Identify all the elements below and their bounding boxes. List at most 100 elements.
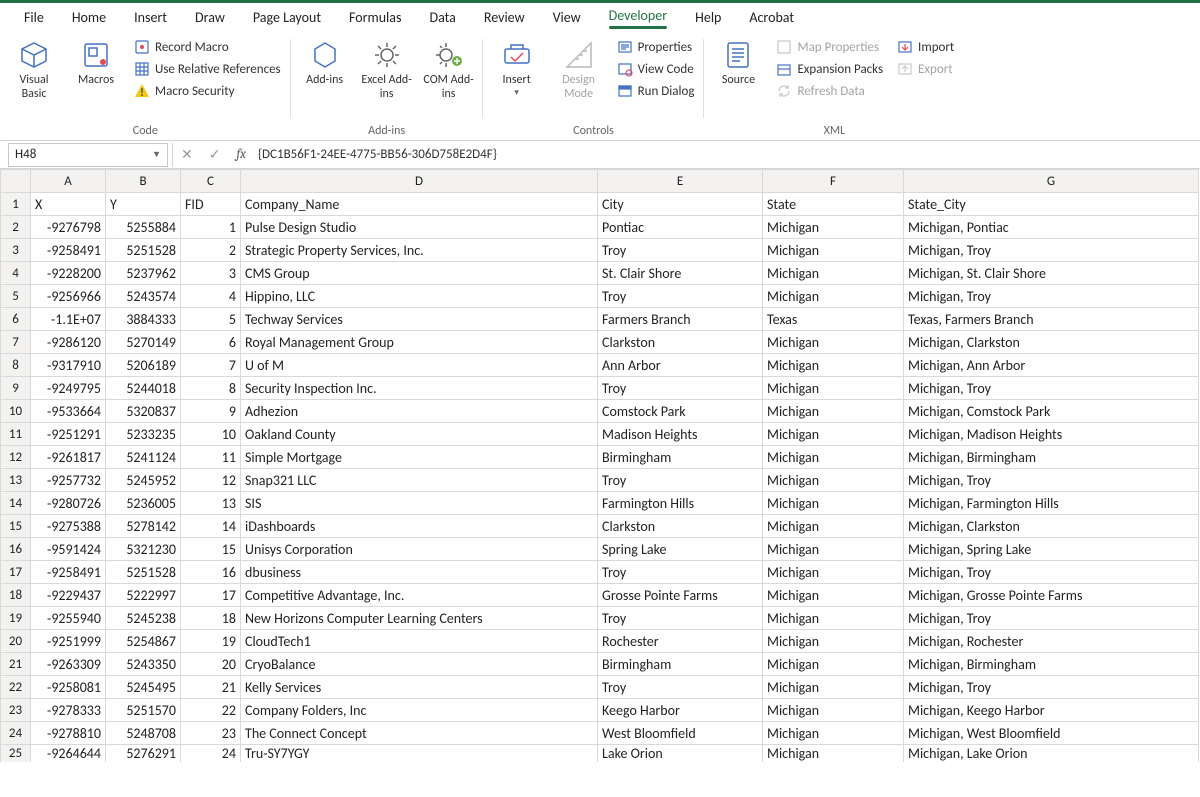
use-relative-references-button[interactable]: Use Relative References bbox=[130, 59, 285, 79]
table-row[interactable]: 18-9229437522299717Competitive Advantage… bbox=[1, 584, 1199, 607]
source-button[interactable]: Source bbox=[710, 35, 766, 92]
cell[interactable]: Michigan bbox=[763, 377, 904, 400]
cell[interactable]: -9317910 bbox=[31, 354, 106, 377]
run-dialog-button[interactable]: Run Dialog bbox=[613, 81, 699, 101]
cell[interactable]: -9533664 bbox=[31, 400, 106, 423]
select-all-corner[interactable] bbox=[1, 170, 31, 193]
cell[interactable]: Oakland County bbox=[241, 423, 598, 446]
table-row[interactable]: 25-9264644527629124Tru-SY7YGYLake OrionM… bbox=[1, 745, 1199, 763]
row-header[interactable]: 24 bbox=[1, 722, 31, 745]
cell[interactable]: Snap321 LLC bbox=[241, 469, 598, 492]
column-header[interactable]: A bbox=[31, 170, 106, 193]
cell[interactable]: 5 bbox=[181, 308, 241, 331]
cell[interactable]: CMS Group bbox=[241, 262, 598, 285]
cell[interactable]: Michigan, Pontiac bbox=[904, 216, 1199, 239]
cell[interactable]: Michigan bbox=[763, 446, 904, 469]
refresh-data-button[interactable]: Refresh Data bbox=[772, 81, 887, 101]
cell[interactable]: 23 bbox=[181, 722, 241, 745]
table-row[interactable]: 21-9263309524335020CryoBalanceBirmingham… bbox=[1, 653, 1199, 676]
cell[interactable]: -9255940 bbox=[31, 607, 106, 630]
cell[interactable]: Troy bbox=[598, 239, 763, 262]
view-code-button[interactable]: View Code bbox=[613, 59, 699, 79]
cell[interactable]: Michigan, Troy bbox=[904, 676, 1199, 699]
cell[interactable]: Michigan bbox=[763, 745, 904, 763]
cell[interactable]: CloudTech1 bbox=[241, 630, 598, 653]
cell[interactable]: -9276798 bbox=[31, 216, 106, 239]
cell[interactable]: Unisys Corporation bbox=[241, 538, 598, 561]
cell[interactable]: 17 bbox=[181, 584, 241, 607]
cell[interactable]: Troy bbox=[598, 561, 763, 584]
row-header[interactable]: 2 bbox=[1, 216, 31, 239]
cell[interactable]: 5244018 bbox=[106, 377, 181, 400]
import-button[interactable]: Import bbox=[893, 37, 958, 57]
row-header[interactable]: 23 bbox=[1, 699, 31, 722]
cell[interactable]: 19 bbox=[181, 630, 241, 653]
table-row[interactable]: 12-9261817524112411Simple MortgageBirmin… bbox=[1, 446, 1199, 469]
enter-formula-button[interactable]: ✓ bbox=[201, 146, 229, 163]
cell[interactable]: 16 bbox=[181, 561, 241, 584]
row-header[interactable]: 5 bbox=[1, 285, 31, 308]
menu-draw[interactable]: Draw bbox=[181, 5, 239, 30]
cell[interactable]: Michigan, Comstock Park bbox=[904, 400, 1199, 423]
cell[interactable]: 12 bbox=[181, 469, 241, 492]
cell[interactable]: St. Clair Shore bbox=[598, 262, 763, 285]
cell[interactable]: Michigan bbox=[763, 423, 904, 446]
cell[interactable]: Michigan bbox=[763, 584, 904, 607]
cell[interactable]: Michigan bbox=[763, 538, 904, 561]
formula-input[interactable]: {DC1B56F1-24EE-4775-BB56-306D758E2D4F} bbox=[254, 147, 1200, 162]
column-header[interactable]: G bbox=[904, 170, 1199, 193]
excel-addins-button[interactable]: Excel Add-ins bbox=[359, 35, 415, 106]
cell[interactable]: 5254867 bbox=[106, 630, 181, 653]
cell[interactable]: 1 bbox=[181, 216, 241, 239]
table-row[interactable]: 23-9278333525157022Company Folders, IncK… bbox=[1, 699, 1199, 722]
addins-button[interactable]: Add-ins bbox=[297, 35, 353, 92]
cell[interactable]: Michigan, Birmingham bbox=[904, 446, 1199, 469]
cell[interactable]: Michigan, Troy bbox=[904, 607, 1199, 630]
cell[interactable]: -9286120 bbox=[31, 331, 106, 354]
cell[interactable]: 18 bbox=[181, 607, 241, 630]
cell[interactable]: -9251999 bbox=[31, 630, 106, 653]
table-row[interactable]: 13-9257732524595212Snap321 LLCTroyMichig… bbox=[1, 469, 1199, 492]
cell[interactable]: Birmingham bbox=[598, 653, 763, 676]
cell[interactable]: 24 bbox=[181, 745, 241, 763]
table-row[interactable]: 1XYFIDCompany_NameCityStateState_City bbox=[1, 193, 1199, 216]
cell[interactable]: 5237962 bbox=[106, 262, 181, 285]
table-row[interactable]: 7-928612052701496Royal Management GroupC… bbox=[1, 331, 1199, 354]
cell[interactable]: 15 bbox=[181, 538, 241, 561]
cell[interactable]: Keego Harbor bbox=[598, 699, 763, 722]
cell[interactable]: Comstock Park bbox=[598, 400, 763, 423]
row-header[interactable]: 13 bbox=[1, 469, 31, 492]
cell[interactable]: 7 bbox=[181, 354, 241, 377]
row-header[interactable]: 3 bbox=[1, 239, 31, 262]
cell[interactable]: Michigan bbox=[763, 262, 904, 285]
cell[interactable]: Tru-SY7YGY bbox=[241, 745, 598, 763]
cell[interactable]: 21 bbox=[181, 676, 241, 699]
name-box[interactable]: H48 ▼ bbox=[8, 143, 168, 167]
row-header[interactable]: 11 bbox=[1, 423, 31, 446]
cell[interactable]: Michigan bbox=[763, 239, 904, 262]
cell[interactable]: Troy bbox=[598, 285, 763, 308]
cell[interactable]: 5248708 bbox=[106, 722, 181, 745]
row-header[interactable]: 10 bbox=[1, 400, 31, 423]
cell[interactable]: Strategic Property Services, Inc. bbox=[241, 239, 598, 262]
cell[interactable]: Michigan, Madison Heights bbox=[904, 423, 1199, 446]
cell[interactable]: Troy bbox=[598, 469, 763, 492]
cell[interactable]: City bbox=[598, 193, 763, 216]
cell[interactable]: Rochester bbox=[598, 630, 763, 653]
record-macro-button[interactable]: Record Macro bbox=[130, 37, 285, 57]
cell[interactable]: Michigan, Troy bbox=[904, 239, 1199, 262]
menu-home[interactable]: Home bbox=[58, 5, 120, 30]
cell[interactable]: 3884333 bbox=[106, 308, 181, 331]
cell[interactable]: Hippino, LLC bbox=[241, 285, 598, 308]
cell[interactable]: Techway Services bbox=[241, 308, 598, 331]
cell[interactable]: Competitive Advantage, Inc. bbox=[241, 584, 598, 607]
com-addins-button[interactable]: COM Add-ins bbox=[421, 35, 477, 106]
cell[interactable]: -9263309 bbox=[31, 653, 106, 676]
cell[interactable]: -9229437 bbox=[31, 584, 106, 607]
cell[interactable]: Michigan, Troy bbox=[904, 377, 1199, 400]
cell[interactable]: Lake Orion bbox=[598, 745, 763, 763]
cell[interactable]: Michigan bbox=[763, 515, 904, 538]
row-header[interactable]: 6 bbox=[1, 308, 31, 331]
cell[interactable]: -9278333 bbox=[31, 699, 106, 722]
visual-basic-button[interactable]: Visual Basic bbox=[6, 35, 62, 106]
